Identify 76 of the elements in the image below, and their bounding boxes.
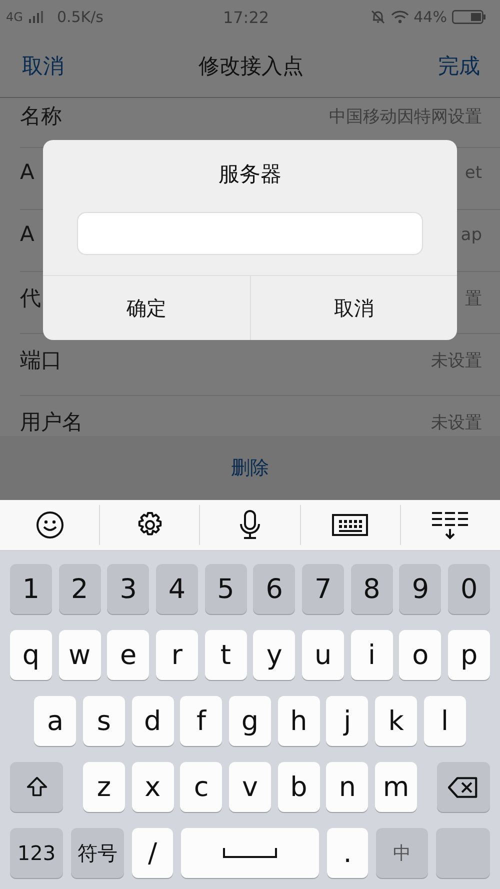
shift-key[interactable] bbox=[10, 762, 64, 812]
dialog-title: 服务器 bbox=[218, 161, 282, 188]
space-icon bbox=[223, 847, 277, 859]
key[interactable]: b bbox=[278, 762, 320, 812]
key[interactable]: x bbox=[132, 762, 174, 812]
key[interactable]: z bbox=[82, 762, 125, 812]
network-type: 4G bbox=[6, 10, 23, 24]
shift-icon bbox=[26, 776, 48, 798]
key[interactable]: g bbox=[229, 696, 271, 746]
wifi-icon bbox=[390, 10, 409, 24]
field-label: 名称 bbox=[20, 102, 62, 130]
key[interactable]: 3 bbox=[107, 564, 150, 614]
backspace-icon bbox=[448, 776, 478, 798]
collapse-keyboard-icon[interactable] bbox=[431, 510, 470, 540]
space-key[interactable] bbox=[181, 828, 319, 878]
key[interactable]: 1 bbox=[10, 564, 52, 614]
key[interactable]: k bbox=[375, 696, 418, 746]
field-label: 用户名 bbox=[20, 408, 83, 436]
key[interactable]: 7 bbox=[302, 564, 344, 614]
key[interactable]: v bbox=[229, 762, 271, 812]
key[interactable]: 8 bbox=[350, 564, 393, 614]
key[interactable]: 符号 bbox=[71, 828, 124, 878]
field-value: ap bbox=[460, 224, 482, 245]
key[interactable]: 123 bbox=[10, 828, 63, 878]
key[interactable]: q bbox=[10, 630, 52, 680]
key[interactable]: l bbox=[424, 696, 466, 746]
key[interactable]: a bbox=[34, 696, 76, 746]
field-label: 端口 bbox=[20, 346, 62, 374]
network-speed: 0.5K/s bbox=[56, 8, 104, 26]
key[interactable]: 2 bbox=[58, 564, 101, 614]
field-label: A bbox=[20, 160, 34, 184]
key[interactable]: w bbox=[58, 630, 101, 680]
field-value: 未设置 bbox=[431, 350, 482, 372]
delete-key[interactable] bbox=[436, 762, 490, 812]
key[interactable]: j bbox=[326, 696, 368, 746]
key[interactable]: h bbox=[278, 696, 320, 746]
key[interactable]: u bbox=[302, 630, 344, 680]
key[interactable]: n bbox=[326, 762, 368, 812]
input-field[interactable] bbox=[77, 212, 423, 255]
confirm-button[interactable]: 确定 bbox=[43, 276, 250, 340]
field-label: A bbox=[20, 222, 34, 246]
key[interactable]: o bbox=[399, 630, 442, 680]
key[interactable]: i bbox=[350, 630, 393, 680]
battery-icon bbox=[452, 10, 486, 24]
field-value: 置 bbox=[465, 288, 482, 310]
key[interactable]: d bbox=[132, 696, 174, 746]
key[interactable]: r bbox=[156, 630, 198, 680]
battery-percent: 44% bbox=[414, 8, 447, 26]
key[interactable]: f bbox=[180, 696, 222, 746]
field-label: 代 bbox=[20, 284, 41, 312]
key[interactable]: 4 bbox=[156, 564, 198, 614]
key[interactable]: y bbox=[253, 630, 296, 680]
key[interactable]: e bbox=[107, 630, 150, 680]
cancel-button[interactable]: 取消 bbox=[250, 276, 457, 340]
muted-bell-icon bbox=[370, 9, 386, 26]
key[interactable]: 中 bbox=[376, 828, 428, 878]
page-title: 修改接入点 bbox=[198, 52, 304, 80]
key[interactable]: 6 bbox=[253, 564, 296, 614]
field-value: 未设置 bbox=[431, 412, 482, 434]
microphone-icon[interactable] bbox=[238, 510, 262, 540]
key[interactable]: s bbox=[82, 696, 125, 746]
key[interactable]: 0 bbox=[448, 564, 490, 614]
field-value: 中国移动因特网设置 bbox=[329, 106, 482, 128]
clock: 17:22 bbox=[222, 8, 270, 27]
key[interactable]: 9 bbox=[399, 564, 442, 614]
field-value: et bbox=[464, 162, 482, 183]
key[interactable]: 5 bbox=[204, 564, 247, 614]
key[interactable]: m bbox=[375, 762, 418, 812]
keyboard-icon[interactable] bbox=[332, 514, 368, 536]
key[interactable]: c bbox=[180, 762, 222, 812]
key[interactable]: p bbox=[448, 630, 490, 680]
key[interactable]: t bbox=[204, 630, 247, 680]
signal-icon bbox=[28, 11, 43, 24]
smiley-icon[interactable] bbox=[36, 511, 64, 539]
key[interactable]: / bbox=[132, 828, 173, 878]
key[interactable]: . bbox=[327, 828, 368, 878]
